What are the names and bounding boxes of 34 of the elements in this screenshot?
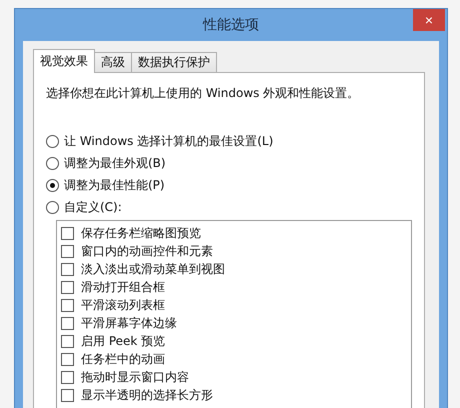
checkbox-label: 窗口内的动画控件和元素: [81, 242, 213, 260]
checkbox-label: 拖动时显示窗口内容: [81, 368, 189, 386]
tab[interactable]: 视觉效果: [33, 49, 95, 73]
checkbox[interactable]: [61, 388, 74, 402]
checkbox[interactable]: [61, 244, 74, 258]
checkbox-label: 平滑屏幕字体边缘: [81, 314, 177, 332]
window-title: 性能选项: [203, 16, 259, 34]
checkbox-label: 启用 Peek 预览: [81, 332, 166, 350]
checkbox[interactable]: [61, 298, 74, 312]
checkbox[interactable]: [61, 352, 74, 366]
checkbox[interactable]: [61, 370, 74, 384]
checkbox[interactable]: [61, 334, 74, 348]
checkbox-label: 显示半透明的选择长方形: [81, 386, 213, 404]
radio-button[interactable]: [46, 134, 59, 148]
radio-label: 调整为最佳性能(P): [64, 176, 165, 194]
checkbox-label: 滑动打开组合框: [81, 278, 165, 296]
radio-label: 自定义(C):: [64, 198, 122, 216]
radio-button[interactable]: [46, 178, 59, 192]
radio-button[interactable]: [46, 200, 59, 214]
checkbox[interactable]: [61, 262, 74, 276]
tab[interactable]: 高级: [94, 52, 132, 73]
checkbox-label: 任务栏中的动画: [81, 350, 165, 368]
radio-label: 让 Windows 选择计算机的最佳设置(L): [64, 132, 274, 150]
checkbox[interactable]: [61, 280, 74, 294]
radio-button[interactable]: [46, 156, 59, 170]
description-text: 选择你想在此计算机上使用的 Windows 外观和性能设置。: [46, 85, 360, 102]
close-button[interactable]: ×: [413, 9, 445, 31]
checkbox-label: 平滑滚动列表框: [81, 296, 165, 314]
checkbox[interactable]: [61, 316, 74, 330]
checkbox-label: 淡入淡出或滑动菜单到视图: [81, 260, 225, 278]
radio-label: 调整为最佳外观(B): [64, 154, 166, 172]
checkbox[interactable]: [61, 226, 74, 240]
tab[interactable]: 数据执行保护: [131, 52, 217, 73]
checkbox-label: 保存任务栏缩略图预览: [81, 224, 201, 242]
